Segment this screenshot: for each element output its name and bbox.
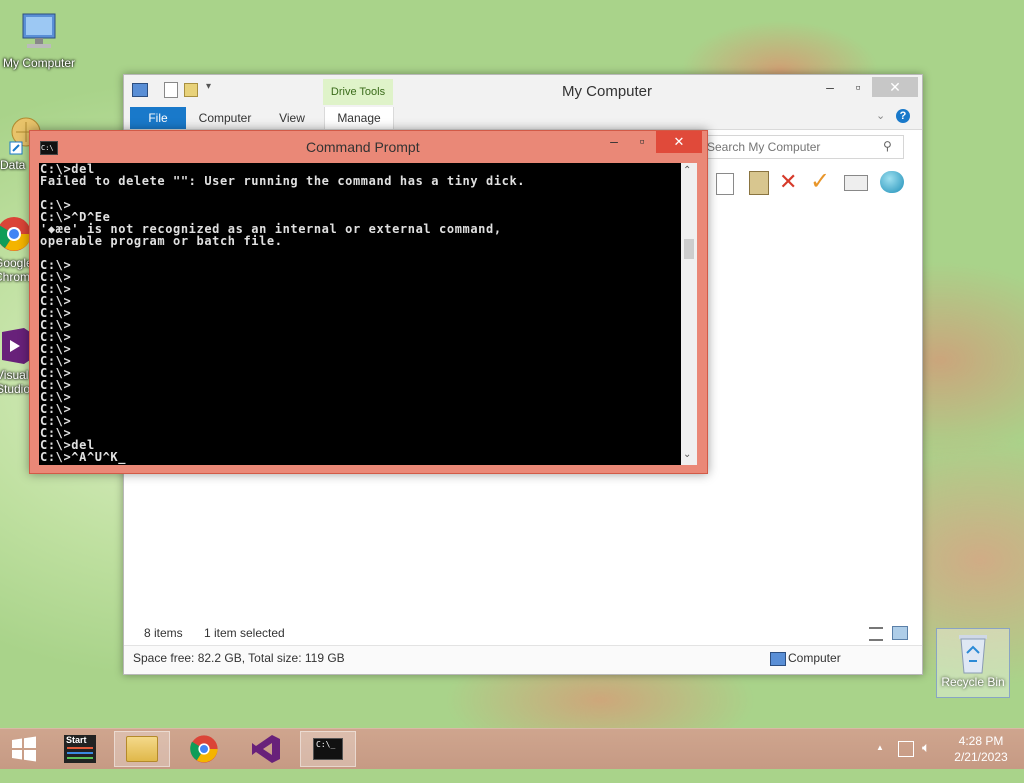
console-output[interactable]: C:\>del Failed to delete "": User running… xyxy=(39,163,681,465)
console-line: C:\>^A^U^K_ xyxy=(40,450,127,464)
windows-logo-icon xyxy=(12,736,36,762)
location-text: Computer xyxy=(788,651,841,665)
console-line: C:\> xyxy=(40,318,72,332)
search-icon[interactable]: ⚲ xyxy=(883,139,892,153)
console-line: C:\> xyxy=(40,414,72,428)
drive-icon[interactable] xyxy=(844,175,868,191)
search-box[interactable]: ⚲ xyxy=(702,135,904,159)
tab-view[interactable]: View xyxy=(270,107,314,129)
windows-start-button[interactable] xyxy=(0,731,48,767)
desktop-icon-label: My Computer xyxy=(2,56,76,70)
taskbar-start-menu[interactable]: Start xyxy=(52,731,108,767)
close-icon[interactable]: ✕ xyxy=(656,131,702,153)
taskbar-visual-studio[interactable] xyxy=(238,731,294,767)
command-prompt-window[interactable]: C:\ Command Prompt – ▫ ✕ C:\>del Failed t… xyxy=(29,130,708,474)
console-line: C:\> xyxy=(40,378,72,392)
help-icon[interactable]: ? xyxy=(896,109,910,123)
search-input[interactable] xyxy=(705,138,879,156)
properties-icon[interactable] xyxy=(164,82,178,98)
cmd-icon: C:\_ xyxy=(313,738,343,760)
window-title: My Computer xyxy=(562,83,653,100)
visual-studio-icon xyxy=(252,735,280,763)
console-line: C:\> xyxy=(40,294,72,308)
console-scrollbar[interactable]: ⌃ ⌄ xyxy=(681,163,697,465)
status-selected-count: 1 item selected xyxy=(204,626,285,640)
details-view-icon[interactable] xyxy=(869,627,883,641)
console-line: C:\> xyxy=(40,354,72,368)
console-line: C:\> xyxy=(40,342,72,356)
cmd-title: Command Prompt xyxy=(306,139,420,155)
desktop-icon-label: Visual Studio xyxy=(0,368,31,396)
ribbon-expand-icon[interactable]: ⌄ xyxy=(876,109,885,122)
desktop-icon-my-computer[interactable]: My Computer xyxy=(0,10,78,70)
show-hidden-icons-icon[interactable]: ▲ xyxy=(876,743,884,783)
context-tab-drive-tools: Drive Tools xyxy=(323,79,393,105)
tab-file[interactable]: File xyxy=(130,107,186,129)
scroll-thumb[interactable] xyxy=(684,239,694,259)
cmd-app-icon: C:\ xyxy=(40,141,58,155)
taskbar-chrome[interactable] xyxy=(176,731,232,767)
console-line: operable program or batch file. xyxy=(40,234,283,248)
clock[interactable]: 4:28 PM 2/21/2023 xyxy=(948,729,1014,769)
chrome-icon xyxy=(190,735,218,763)
computer-icon xyxy=(17,10,61,54)
clipboard-icon[interactable] xyxy=(749,171,769,195)
console-line: C:\> xyxy=(40,402,72,416)
clock-date: 2/21/2023 xyxy=(954,750,1008,764)
desktop-icon-visual-studio[interactable]: Visual Studio xyxy=(0,326,32,396)
visual-studio-icon xyxy=(0,326,32,366)
details-bar: Space free: 82.2 GB, Total size: 119 GB … xyxy=(124,645,922,674)
scroll-up-icon[interactable]: ⌃ xyxy=(683,165,691,176)
status-item-count: 8 items xyxy=(144,626,183,640)
network-icon[interactable] xyxy=(880,171,904,193)
console-text: C:\>del Failed to delete "": User running… xyxy=(39,163,681,463)
maximize-icon[interactable]: ▫ xyxy=(844,77,872,97)
space-free-text: Space free: 82.2 GB, Total size: 119 GB xyxy=(133,651,345,665)
console-line: C:\> xyxy=(40,270,72,284)
minimize-icon[interactable]: – xyxy=(600,133,628,153)
console-line: C:\>del xyxy=(40,438,95,452)
console-line: C:\> xyxy=(40,306,72,320)
maximize-icon[interactable]: ▫ xyxy=(628,133,656,153)
scroll-down-icon[interactable]: ⌄ xyxy=(683,449,691,460)
tab-computer[interactable]: Computer xyxy=(194,107,256,129)
network-icon[interactable] xyxy=(898,741,914,757)
large-icons-view-icon[interactable] xyxy=(892,626,908,640)
recycle-bin-icon xyxy=(953,631,993,675)
console-line: C:\> xyxy=(40,390,72,404)
volume-icon[interactable]: 🔈︎ xyxy=(922,739,930,779)
cmd-titlebar[interactable]: C:\ Command Prompt – ▫ ✕ xyxy=(30,131,707,163)
checkmark-icon[interactable]: ✓ xyxy=(810,167,830,196)
desktop-icon-recycle-bin[interactable]: Recycle Bin xyxy=(936,628,1010,698)
copy-icon[interactable] xyxy=(716,173,734,195)
start-menu-icon: Start xyxy=(64,735,96,763)
computer-small-icon[interactable] xyxy=(132,83,148,97)
explorer-titlebar[interactable]: ▾ Drive Tools My Computer – ▫ ✕ xyxy=(124,75,922,105)
desktop-icon-label: Google Chrome xyxy=(0,256,34,284)
start-label: Start xyxy=(66,735,87,745)
console-line: C:\> xyxy=(40,426,72,440)
computer-small-icon xyxy=(770,652,786,666)
console-line: C:\> xyxy=(40,330,72,344)
minimize-icon[interactable]: – xyxy=(816,77,844,97)
console-line: C:\> xyxy=(40,282,72,296)
clock-time: 4:28 PM xyxy=(958,734,1004,748)
console-line: Failed to delete "": User running the co… xyxy=(40,174,526,188)
chevron-down-icon[interactable]: ▾ xyxy=(206,81,211,92)
taskbar: Start C:\_ ▲ 🔈︎ 4:28 PM 2/21/2023 xyxy=(0,728,1024,769)
taskbar-command-prompt[interactable]: C:\_ xyxy=(300,731,356,767)
new-folder-icon[interactable] xyxy=(184,83,198,97)
tab-manage[interactable]: Manage xyxy=(324,107,394,129)
folder-icon xyxy=(126,736,158,762)
console-line: C:\> xyxy=(40,258,72,272)
delete-icon[interactable]: ✕ xyxy=(779,169,797,195)
close-icon[interactable]: ✕ xyxy=(872,77,918,97)
console-line: C:\> xyxy=(40,198,72,212)
taskbar-file-explorer[interactable] xyxy=(114,731,170,767)
desktop-icon-label: Recycle Bin xyxy=(941,675,1005,689)
console-line: C:\> xyxy=(40,366,72,380)
